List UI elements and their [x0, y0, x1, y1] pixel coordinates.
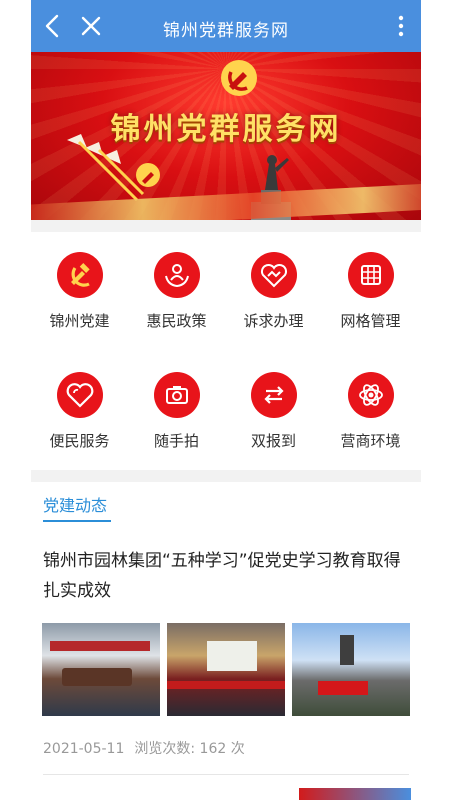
service-label: 惠民政策 — [146, 312, 207, 330]
small-emblem — [136, 163, 160, 187]
heart-icon — [56, 372, 103, 418]
banner-carousel[interactable]: 锦州党群服务网 — [31, 52, 421, 220]
list-divider — [43, 774, 409, 775]
page-title: 锦州党群服务网 — [163, 21, 289, 41]
article-photo-classroom[interactable] — [167, 623, 285, 716]
left-margin — [0, 0, 31, 800]
people-hands-icon — [153, 252, 200, 298]
swap-arrows-icon — [250, 372, 297, 418]
service-label: 随手拍 — [153, 432, 199, 450]
service-item-grid-management[interactable]: 网格管理 — [322, 232, 419, 352]
right-margin — [419, 0, 450, 800]
article-title[interactable]: 锦州市园林集团“五种学习”促党史学习教育取得扎实成效 — [43, 546, 413, 606]
article-thumbnails[interactable] — [42, 623, 412, 716]
service-item-policies[interactable]: 惠民政策 — [128, 232, 225, 352]
section-divider — [31, 470, 421, 482]
grid-icon — [347, 252, 394, 298]
article-photo-monument-group[interactable] — [292, 623, 410, 716]
service-item-appeals[interactable]: 诉求办理 — [225, 232, 322, 352]
service-item-snapshot[interactable]: 随手拍 — [128, 352, 225, 472]
title-bar: 锦州党群服务网 — [31, 0, 421, 52]
article-photo-meeting-room[interactable] — [42, 623, 160, 716]
party-emblem-icon — [56, 252, 103, 298]
service-label: 诉求办理 — [243, 312, 304, 330]
service-item-party-building[interactable]: 锦州党建 — [31, 232, 128, 352]
service-label: 网格管理 — [340, 312, 401, 330]
camera-icon — [153, 372, 200, 418]
next-article-thumbnail[interactable] — [299, 788, 411, 800]
atom-icon — [347, 372, 394, 418]
service-label: 便民服务 — [49, 432, 110, 450]
handshake-heart-icon — [250, 252, 297, 298]
service-label: 双报到 — [250, 432, 296, 450]
more-vertical-icon[interactable] — [387, 12, 415, 40]
article-views: 浏览次数: 162 次 — [134, 741, 245, 757]
service-item-convenience[interactable]: 便民服务 — [31, 352, 128, 472]
hammer-sickle-emblem — [221, 60, 257, 96]
service-item-business-environment[interactable]: 营商环境 — [322, 352, 419, 472]
carousel-indicators — [215, 213, 235, 220]
service-item-dual-report[interactable]: 双报到 — [225, 352, 322, 472]
banner-heading: 锦州党群服务网 — [110, 112, 342, 147]
service-label: 锦州党建 — [49, 312, 110, 330]
article-date: 2021-05-11 — [43, 741, 125, 757]
section-divider — [31, 220, 421, 232]
tab-underline — [43, 520, 111, 522]
app-screen: 锦州党群服务网 锦州党群服务网 锦州党建 惠民政策 诉求办理 网格管理 便民服务… — [31, 0, 421, 800]
article-meta: 2021-05-11 浏览次数: 162 次 — [43, 738, 255, 758]
service-label: 营商环境 — [340, 432, 401, 450]
tab-party-news[interactable]: 党建动态 — [43, 492, 107, 516]
